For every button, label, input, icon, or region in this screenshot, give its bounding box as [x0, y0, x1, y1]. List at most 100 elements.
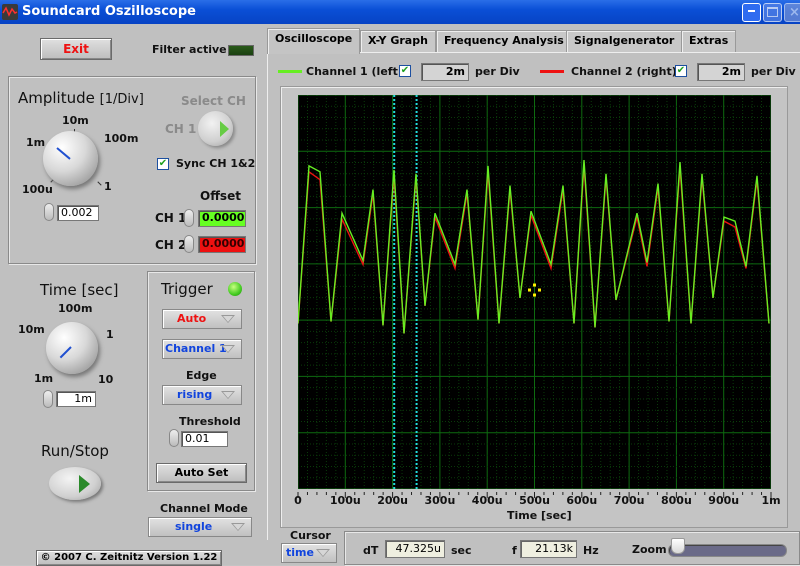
ch2-legend-line [540, 70, 564, 73]
offset-ch1-input[interactable]: 0.0000 [198, 210, 246, 227]
x-tick-label: 400u [471, 494, 503, 507]
select-ch-value-label: CH 1 [165, 122, 197, 136]
zoom-slider-thumb[interactable] [671, 538, 685, 554]
offset-title: Offset [200, 189, 241, 203]
dt-readout: 47.325u [385, 540, 445, 558]
exit-button[interactable]: Exit [40, 38, 112, 60]
minimize-button[interactable] [742, 3, 761, 22]
tab-frequency-analysis[interactable]: Frequency Analysis [436, 30, 572, 52]
play-icon [79, 475, 90, 493]
amp-knob-label-1: 1 [104, 180, 112, 193]
time-spinner[interactable] [43, 390, 53, 408]
amp-knob-label-10m: 10m [62, 114, 89, 127]
close-button[interactable]: × [784, 3, 800, 22]
f-label: f [512, 544, 517, 557]
tab-extras[interactable]: Extras [681, 30, 737, 52]
offset-ch1-label: CH 1 [155, 211, 187, 225]
x-tick-label: 200u [377, 494, 408, 507]
offset-ch2-input[interactable]: 0.0000 [198, 236, 246, 253]
ch1-per-div-label: per Div [475, 65, 520, 78]
auto-set-button[interactable]: Auto Set [156, 463, 247, 483]
amp-knob-label-100m: 100m [104, 132, 139, 145]
edge-label: Edge [186, 369, 217, 382]
ch1-per-div-input[interactable]: 2m [421, 63, 469, 81]
offset-ch2-label: CH 2 [155, 238, 187, 252]
chevron-down-icon [316, 549, 330, 557]
oscilloscope-graph[interactable] [298, 95, 771, 489]
trigger-title: Trigger [161, 280, 213, 298]
ch2-label: Channel 2 (right) [571, 65, 677, 78]
select-ch-play-icon [220, 121, 229, 137]
trigger-source-dropdown[interactable]: Channel 1 [162, 339, 242, 359]
select-ch-title: Select CH [181, 94, 246, 108]
series-line-ch1 [298, 159, 770, 334]
chevron-down-icon [231, 523, 245, 531]
ch1-legend-line [278, 70, 302, 73]
time-knob-label-1: 1 [106, 328, 114, 341]
run-stop-label: Run/Stop [41, 442, 109, 460]
offset-ch1-spinner[interactable] [184, 209, 194, 227]
cursor-marker-dot [538, 288, 541, 292]
tab-oscilloscope[interactable]: Oscilloscope [267, 28, 361, 54]
zoom-slider-track[interactable] [668, 544, 787, 557]
tab-signalgenerator[interactable]: Signalgenerator [566, 30, 683, 52]
filter-active-label: Filter active [152, 43, 227, 56]
ch2-per-div-input[interactable]: 2m [697, 63, 745, 81]
offset-ch2-spinner[interactable] [184, 235, 194, 253]
x-tick-label: 500u [519, 494, 550, 507]
time-knob[interactable] [46, 322, 98, 374]
x-axis-label: Time [sec] [507, 509, 572, 522]
cursor-label: Cursor [290, 529, 331, 542]
time-knob-pointer [59, 346, 72, 359]
trigger-mode-dropdown[interactable]: Auto [162, 309, 242, 329]
x-tick-label: 700u [613, 494, 645, 507]
cursor-marker-dot [533, 283, 536, 287]
cursor-marker-dot [528, 288, 531, 292]
cursor-mode-dropdown[interactable]: time [281, 543, 337, 563]
threshold-input[interactable]: 0.01 [181, 431, 228, 447]
x-tick-label: 800u [660, 494, 692, 507]
x-tick-label: 300u [424, 494, 456, 507]
maximize-button[interactable] [763, 3, 782, 22]
cursor-mode-value: time [286, 546, 314, 559]
ch2-per-div-label: per Div [751, 65, 796, 78]
threshold-spinner[interactable] [169, 429, 179, 447]
x-tick-label: 1m [761, 494, 781, 507]
select-ch-button[interactable] [198, 111, 233, 146]
maximize-icon [767, 7, 778, 17]
amplitude-value-input[interactable]: 0.002 [57, 205, 99, 221]
time-value-input[interactable]: 1m [56, 391, 96, 407]
sync-checkbox[interactable]: ✔ [157, 158, 169, 170]
time-knob-label-10m: 10m [18, 323, 45, 336]
chevron-down-icon [221, 315, 235, 323]
amplitude-spinner[interactable] [44, 203, 54, 221]
x-tick-label: 0 [294, 494, 302, 507]
close-icon: × [789, 5, 800, 20]
trigger-edge-value: rising [177, 388, 213, 401]
amplitude-knob-pointer [56, 147, 71, 160]
run-stop-button[interactable] [49, 467, 101, 500]
chevron-down-icon [221, 391, 235, 399]
tab-xy-graph[interactable]: X-Y Graph [360, 30, 436, 52]
plot-area[interactable] [298, 95, 771, 489]
title-bar: Soundcard Oszilloscope × [0, 0, 800, 24]
dt-unit: sec [451, 544, 472, 557]
series-line-ch2 [298, 165, 770, 334]
ch1-enable-checkbox[interactable]: ✔ [399, 65, 411, 77]
channel-mode-dropdown[interactable]: single [148, 517, 252, 537]
ch1-label: Channel 1 (left) [306, 65, 403, 78]
amplitude-knob[interactable] [43, 131, 98, 186]
amplitude-title: Amplitude [1/Div] [18, 89, 144, 107]
f-readout: 21.13k [520, 540, 577, 558]
chevron-down-icon [221, 345, 235, 353]
ch2-enable-checkbox[interactable]: ✔ [675, 65, 687, 77]
minimize-icon [748, 10, 755, 12]
trigger-source-value: Channel 1 [165, 342, 227, 355]
dt-label: dT [363, 544, 379, 557]
channel-mode-label: Channel Mode [160, 502, 248, 515]
threshold-label: Threshold [179, 415, 241, 428]
trigger-edge-dropdown[interactable]: rising [162, 385, 242, 405]
amplitude-unit: [1/Div] [99, 92, 144, 107]
x-tick-label: 900u [708, 494, 740, 507]
time-knob-label-100m: 100m [58, 302, 93, 315]
